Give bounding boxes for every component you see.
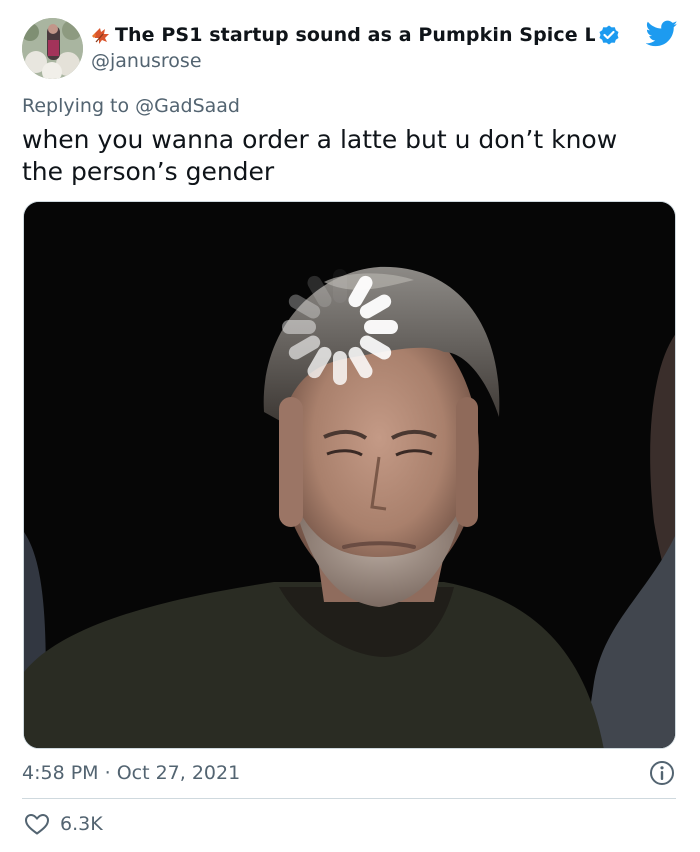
mention-link[interactable]: @GadSaad xyxy=(135,95,240,117)
avatar[interactable] xyxy=(22,18,83,79)
tweet-time[interactable]: 4:58 PM xyxy=(22,762,99,784)
replying-prefix: Replying to xyxy=(22,95,136,117)
tweet-date[interactable]: Oct 27, 2021 xyxy=(117,762,241,784)
info-icon[interactable] xyxy=(649,760,675,786)
divider xyxy=(22,798,676,799)
leaf-icon xyxy=(92,28,109,44)
replying-to: Replying to @GadSaad xyxy=(22,95,240,117)
tweet-media[interactable] xyxy=(23,201,676,749)
author-names[interactable]: The PS1 startup sound as a Pumpkin Spice… xyxy=(91,22,621,74)
tweet-timestamp[interactable]: 4:58 PM · Oct 27, 2021 xyxy=(22,762,240,784)
tweet-header: The PS1 startup sound as a Pumpkin Spice… xyxy=(22,18,682,80)
display-name[interactable]: The PS1 startup sound as a Pumpkin Spice… xyxy=(115,24,595,46)
like-action[interactable]: 6.3K xyxy=(24,812,103,836)
handle[interactable]: @janusrose xyxy=(91,50,621,74)
verified-badge-icon xyxy=(599,25,619,45)
media-photo xyxy=(24,202,675,748)
display-name-row[interactable]: The PS1 startup sound as a Pumpkin Spice… xyxy=(91,22,621,48)
heart-icon[interactable] xyxy=(24,812,50,836)
twitter-bird-icon[interactable] xyxy=(646,20,678,48)
timestamp-separator: · xyxy=(98,762,117,784)
like-count: 6.3K xyxy=(60,813,103,835)
tweet-text: when you wanna order a latte but u don’t… xyxy=(22,125,618,186)
